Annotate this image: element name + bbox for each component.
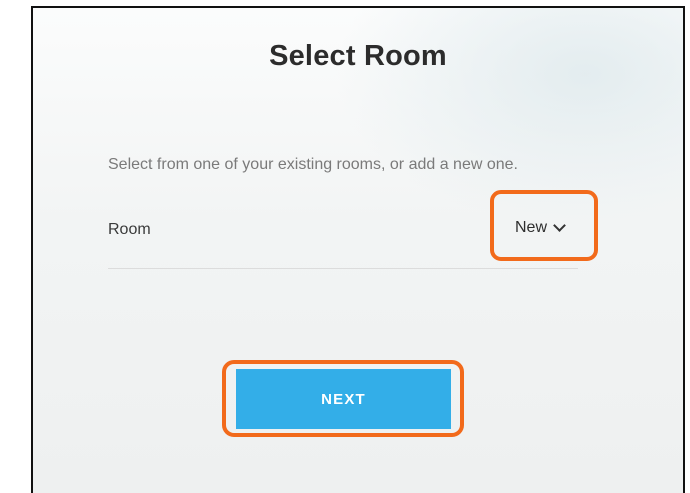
- page-title: Select Room: [269, 40, 447, 72]
- field-divider: [108, 268, 578, 269]
- chevron-down-icon: [553, 219, 566, 232]
- next-button[interactable]: NEXT: [236, 369, 451, 429]
- instruction-text: Select from one of your existing rooms, …: [108, 156, 518, 173]
- room-select-dropdown[interactable]: New: [515, 219, 566, 237]
- room-select-value: New: [515, 219, 548, 236]
- select-room-dialog: Select Room Select from one of your exis…: [31, 6, 685, 493]
- room-field-label: Room: [108, 221, 151, 238]
